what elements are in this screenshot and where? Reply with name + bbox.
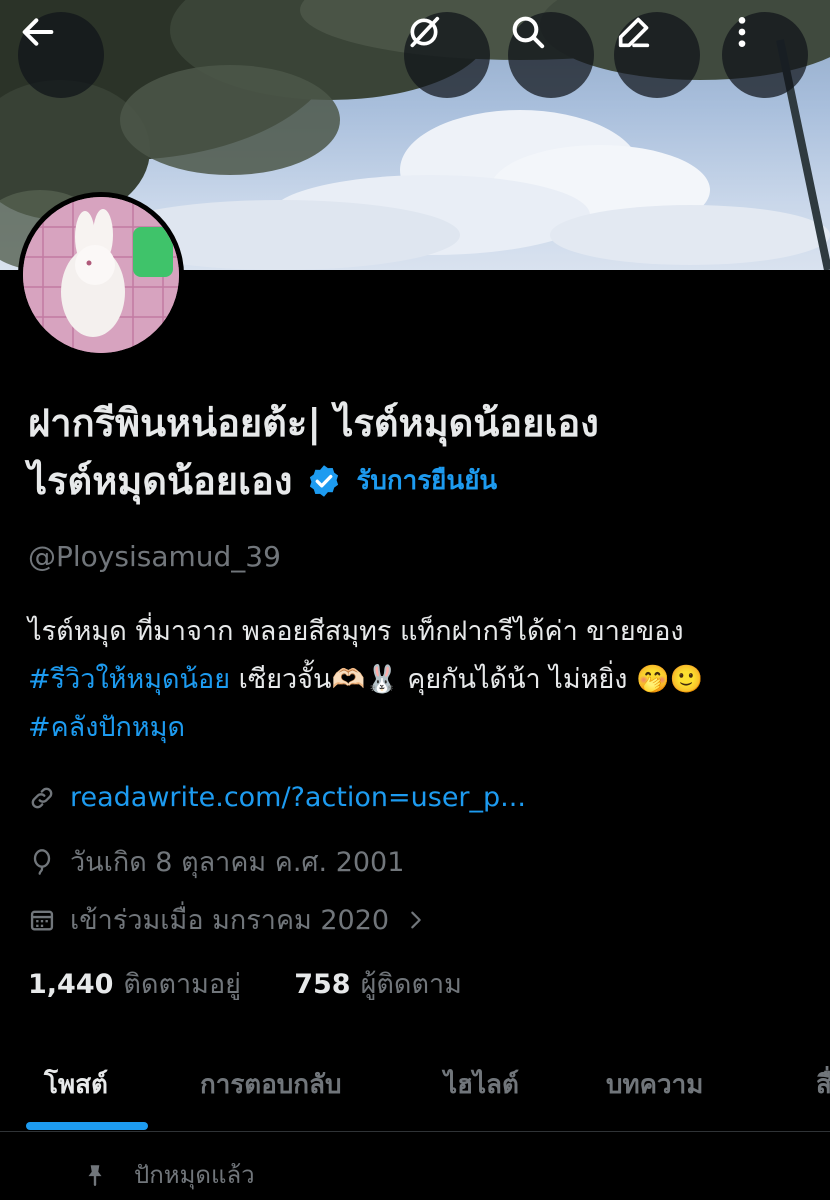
display-name-line1: ฝากรีพินหน่อยต้ะ| ไรต์หมุดน้อยเอง: [28, 401, 599, 445]
followers-label: ผู้ติดตาม: [360, 969, 462, 1000]
avatar[interactable]: [18, 192, 184, 358]
link-icon: [31, 787, 53, 808]
balloon-icon: [33, 848, 51, 875]
calendar-icon: [30, 910, 54, 930]
website-link[interactable]: readawrite.com/?action=user_p...: [70, 782, 526, 813]
tabs-divider: [0, 1131, 830, 1132]
bio: ไรต์หมุด ที่มาจาก พลอยสีสมุทร แท็กฝากรีไ…: [28, 608, 818, 752]
username-handle: @Ploysisamud_39: [28, 540, 281, 573]
display-name-line2: ไรต์หมุดน้อยเอง: [28, 459, 293, 503]
grok-icon: [410, 16, 440, 48]
more-icon: [738, 17, 746, 47]
display-name: ฝากรีพินหน่อยต้ะ| ไรต์หมุดน้อยเอง ไรต์หม…: [28, 394, 818, 510]
tab-posts[interactable]: โพสต์: [44, 1064, 108, 1105]
hashtag-link-review[interactable]: #รีวิวให้หมุดน้อย: [28, 664, 230, 695]
active-tab-indicator: [26, 1122, 148, 1130]
more-button[interactable]: [722, 12, 808, 98]
back-button[interactable]: [18, 12, 104, 98]
edit-icon: [618, 17, 650, 48]
grok-button[interactable]: [404, 12, 490, 98]
verified-badge-icon: [310, 465, 339, 497]
following-link[interactable]: 1,440 ติดตามอยู่: [28, 969, 241, 1000]
get-verified-link[interactable]: รับการยืนยัน: [356, 452, 497, 510]
followers-count: 758: [294, 969, 351, 1000]
tab-highlights[interactable]: ไฮไลต์: [444, 1064, 519, 1105]
bio-line1: ไรต์หมุด ที่มาจาก พลอยสีสมุทร แท็กฝากรีไ…: [28, 616, 684, 647]
pin-icon: [88, 1164, 102, 1186]
edit-button[interactable]: [614, 12, 700, 98]
birthday-text: วันเกิด 8 ตุลาคม ค.ศ. 2001: [70, 847, 405, 878]
follow-counts: 1,440 ติดตามอยู่ 758 ผู้ติดตาม: [28, 962, 462, 1005]
website-row[interactable]: readawrite.com/?action=user_p...: [28, 782, 526, 813]
pinned-indicator: ปักหมุดแล้ว: [82, 1155, 255, 1194]
joined-text: เข้าร่วมเมื่อ มกราคม 2020: [70, 905, 390, 936]
tab-articles[interactable]: บทความ: [606, 1064, 703, 1105]
avatar-image: [23, 197, 179, 353]
followers-link[interactable]: 758 ผู้ติดตาม: [294, 969, 462, 1000]
following-count: 1,440: [28, 969, 114, 1000]
search-icon: [512, 16, 545, 49]
birthday-row: วันเกิด 8 ตุลาคม ค.ศ. 2001: [28, 840, 404, 883]
tab-media[interactable]: สื่อ: [816, 1064, 830, 1105]
joined-row[interactable]: เข้าร่วมเมื่อ มกราคม 2020: [28, 898, 427, 941]
bio-line2-text: เซียวจั้น🫶🏻🐰 คุยกันได้น้า ไม่หยิ่ง 🤭🙂: [230, 664, 704, 695]
following-label: ติดตามอยู่: [123, 969, 242, 1000]
pinned-label: ปักหมุดแล้ว: [134, 1161, 255, 1189]
tab-replies[interactable]: การตอบกลับ: [200, 1064, 342, 1105]
back-arrow-icon: [22, 18, 54, 46]
profile-tabs: โพสต์ การตอบกลับ ไฮไลต์ บทความ สื่อ: [0, 1050, 830, 1132]
search-button[interactable]: [508, 12, 594, 98]
chevron-right-icon: [411, 911, 421, 928]
hashtag-link-pinned-archive[interactable]: #คลังปักหมุด: [28, 712, 185, 743]
